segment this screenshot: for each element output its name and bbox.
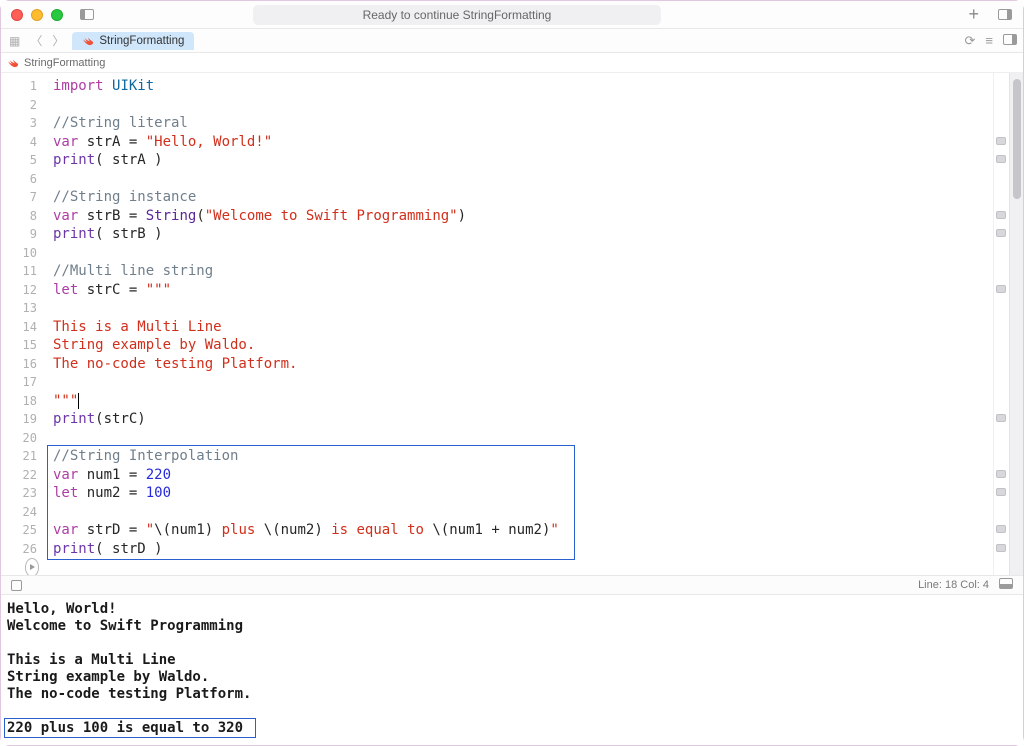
code-line[interactable]: let strC = """ (53, 281, 993, 300)
result-marker[interactable] (996, 137, 1006, 145)
vertical-scrollbar[interactable] (1009, 73, 1023, 575)
debug-toggle-icon[interactable] (11, 580, 22, 591)
code-line[interactable] (53, 96, 993, 115)
editor-area: 1234567891011121314151617181920212223242… (1, 73, 1023, 575)
code-line[interactable] (53, 503, 993, 522)
code-line[interactable] (53, 244, 993, 263)
list-icon[interactable]: ≡ (985, 33, 993, 49)
result-marker[interactable] (996, 470, 1006, 478)
tab-stringformatting[interactable]: StringFormatting (72, 32, 194, 50)
code-line[interactable]: This is a Multi Line (53, 318, 993, 337)
console-line (7, 635, 1017, 652)
code-line[interactable]: var strB = String("Welcome to Swift Prog… (53, 207, 993, 226)
code-line[interactable]: print(strC) (53, 410, 993, 429)
code-line[interactable]: //String literal (53, 114, 993, 133)
path-file-label: StringFormatting (24, 57, 105, 69)
swift-file-icon (82, 35, 94, 47)
result-marker[interactable] (996, 488, 1006, 496)
code-line[interactable]: print( strB ) (53, 225, 993, 244)
run-button[interactable] (25, 558, 39, 575)
console-output[interactable]: Hello, World!Welcome to Swift Programmin… (1, 595, 1023, 745)
zoom-window-button[interactable] (51, 9, 63, 21)
console-line: String example by Waldo. (7, 669, 1017, 686)
tabbar-right-controls: ⟳ ≡ (965, 33, 1018, 49)
swift-file-icon (7, 57, 19, 69)
text-cursor (78, 393, 79, 409)
refresh-icon[interactable]: ⟳ (965, 33, 976, 49)
console-line: Welcome to Swift Programming (7, 618, 1017, 635)
code-line[interactable]: """ (53, 392, 993, 411)
console-line: The no-code testing Platform. (7, 686, 1017, 703)
code-line[interactable]: print( strA ) (53, 151, 993, 170)
cursor-position-label: Line: 18 Col: 4 (918, 579, 989, 591)
code-line[interactable]: print( strD ) (53, 540, 993, 559)
result-marker[interactable] (996, 544, 1006, 552)
bottom-panel-toggle-icon[interactable] (999, 578, 1013, 592)
line-number-gutter: 1234567891011121314151617181920212223242… (1, 73, 45, 575)
result-marker[interactable] (996, 229, 1006, 237)
sidebar-toggle-icon[interactable] (79, 7, 95, 23)
result-marker[interactable] (996, 285, 1006, 293)
related-items-icon[interactable]: ▦ (7, 34, 22, 48)
code-content[interactable]: import UIKit //String literalvar strA = "… (45, 73, 993, 575)
statusbar: Line: 18 Col: 4 (1, 575, 1023, 595)
code-line[interactable]: import UIKit (53, 77, 993, 96)
code-line[interactable] (53, 373, 993, 392)
result-markers (993, 73, 1009, 575)
nav-forward-icon[interactable]: 〉 (50, 32, 66, 49)
code-line[interactable]: String example by Waldo. (53, 336, 993, 355)
code-line[interactable]: The no-code testing Platform. (53, 355, 993, 374)
close-window-button[interactable] (11, 9, 23, 21)
minimize-window-button[interactable] (31, 9, 43, 21)
pathbar[interactable]: StringFormatting (1, 53, 1023, 73)
code-line[interactable] (53, 299, 993, 318)
result-marker[interactable] (996, 525, 1006, 533)
result-marker[interactable] (996, 414, 1006, 422)
console-line (7, 703, 1017, 720)
code-line[interactable]: var strA = "Hello, World!" (53, 133, 993, 152)
titlebar: Ready to continue StringFormatting + (1, 1, 1023, 29)
result-marker[interactable] (996, 211, 1006, 219)
nav-back-icon[interactable]: 〈 (28, 32, 44, 49)
result-marker[interactable] (996, 155, 1006, 163)
tab-label: StringFormatting (99, 35, 184, 47)
right-panel-toggle-icon[interactable] (997, 7, 1013, 23)
console-line: This is a Multi Line (7, 652, 1017, 669)
code-line[interactable]: var strD = "\(num1) plus \(num2) is equa… (53, 521, 993, 540)
xcode-window: Ready to continue StringFormatting + ▦ 〈… (0, 0, 1024, 746)
console-line: Hello, World! (7, 601, 1017, 618)
code-line[interactable] (53, 429, 993, 448)
code-editor[interactable]: 1234567891011121314151617181920212223242… (1, 73, 1023, 575)
code-line[interactable]: let num2 = 100 (53, 484, 993, 503)
code-line[interactable]: //String instance (53, 188, 993, 207)
add-button[interactable]: + (968, 4, 979, 25)
console-line: 220 plus 100 is equal to 320 (7, 720, 1017, 737)
activity-status[interactable]: Ready to continue StringFormatting (253, 5, 662, 25)
traffic-lights (11, 9, 63, 21)
code-line[interactable] (53, 170, 993, 189)
code-line[interactable]: var num1 = 220 (53, 466, 993, 485)
tabbar: ▦ 〈 〉 StringFormatting ⟳ ≡ (1, 29, 1023, 53)
code-line[interactable]: //Multi line string (53, 262, 993, 281)
inspector-toggle-icon[interactable] (1003, 33, 1017, 49)
code-line[interactable]: //String Interpolation (53, 447, 993, 466)
scrollbar-thumb[interactable] (1013, 79, 1021, 199)
